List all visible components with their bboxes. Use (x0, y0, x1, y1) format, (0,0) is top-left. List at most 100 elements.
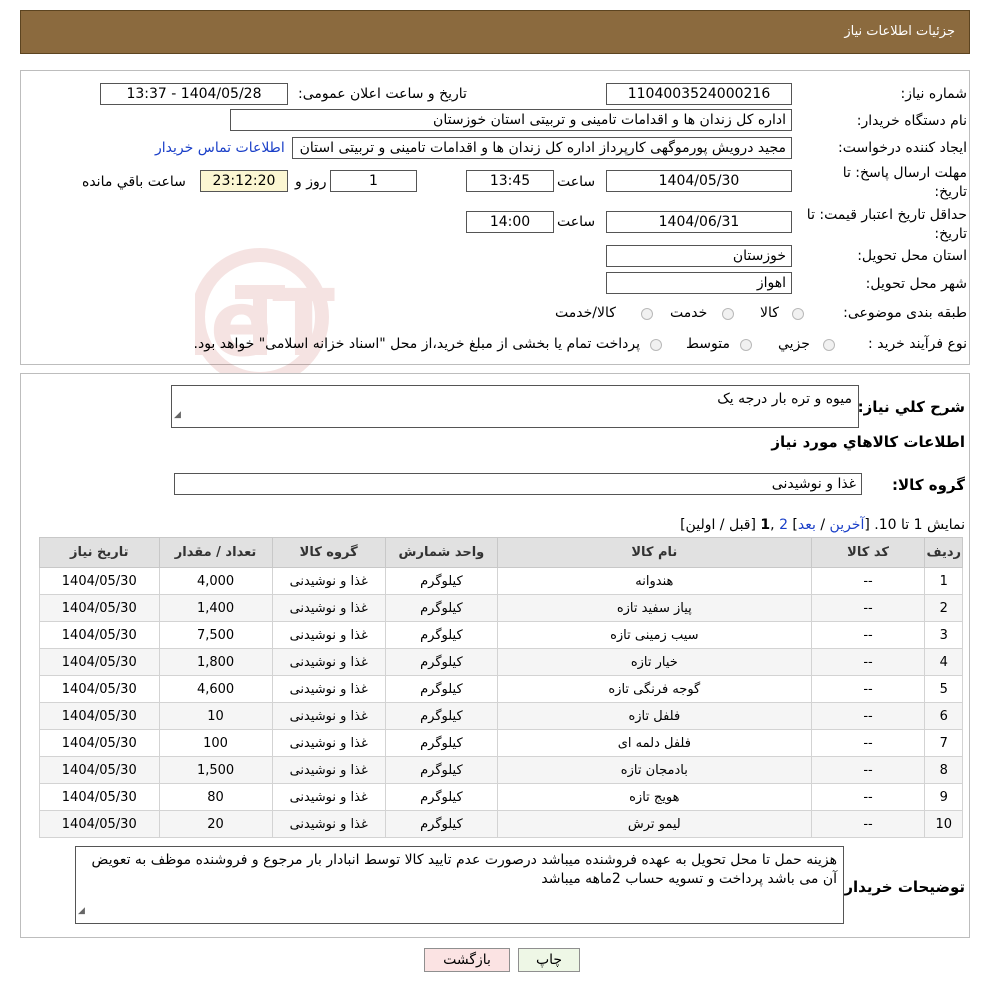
validity-label: حداقل تاریخ اعتبار قیمت: تا تاریخ: (806, 207, 967, 242)
pagination-sep: / (815, 517, 830, 533)
process-minor-radio[interactable] (823, 339, 835, 351)
cell-quantity: 20 (158, 810, 273, 838)
cell-group: غذا و نوشیدنی (271, 756, 386, 784)
buyer-notes-field: هزینه حمل تا محل تحویل به عهده فروشنده م… (75, 846, 844, 924)
deadline-date-field: 1404/05/30 (606, 170, 792, 192)
cell-name: لیمو ترش (497, 810, 812, 838)
cell-date: 1404/05/30 (39, 756, 160, 784)
cell-code: -- (810, 594, 926, 622)
print-button[interactable]: چاپ (518, 948, 580, 972)
cell-group: غذا و نوشیدنی (271, 594, 386, 622)
cell-name: پیاز سفید تازه (497, 594, 812, 622)
process-medium-radio[interactable] (740, 339, 752, 351)
cell-name: فلفل دلمه ای (497, 729, 812, 757)
cell-unit: کیلوگرم (384, 756, 499, 784)
col-header-name[interactable]: نام کالا (497, 537, 812, 568)
category-label: طبقه بندی موضوعی: (843, 305, 967, 321)
table-row[interactable]: 2 -- پیاز سفید تازه کیلوگرم غذا و نوشیدنی 1,4… (39, 594, 963, 622)
resize-grip-icon[interactable]: ◢ (174, 406, 181, 425)
cell-group: غذا و نوشیدنی (271, 810, 386, 838)
cell-date: 1404/05/30 (39, 648, 160, 676)
cell-date: 1404/05/30 (39, 621, 160, 649)
category-service-label: خدمت (670, 305, 708, 321)
cell-date: 1404/05/30 (39, 702, 160, 730)
cell-name: سیب زمینی تازه (497, 621, 812, 649)
payment-note-checkbox[interactable] (650, 339, 662, 351)
pagination-suffix: [قبل / اولین] (680, 517, 761, 533)
cell-quantity: 80 (158, 783, 273, 811)
buyer-contact-link[interactable]: اطلاعات تماس خریدار (155, 140, 285, 156)
announce-label: تاریخ و ساعت اعلان عمومی: (298, 86, 467, 102)
table-row[interactable]: 1 -- هندوانه کیلوگرم غذا و نوشیدنی 4,000 1404/… (39, 567, 963, 595)
category-goods-service-radio[interactable] (641, 308, 653, 320)
cell-name: هویج تازه (497, 783, 812, 811)
cell-unit: کیلوگرم (384, 810, 499, 838)
buyer-org-field: اداره کل زندان ها و اقدامات تامینی و ترب… (230, 109, 792, 131)
requester-label: ایجاد کننده درخواست: (838, 140, 967, 156)
cell-row-number: 8 (924, 756, 963, 784)
cell-row-number: 9 (924, 783, 963, 811)
cell-unit: کیلوگرم (384, 594, 499, 622)
cell-name: گوجه فرنگی تازه (497, 675, 812, 703)
col-header-unit[interactable]: واحد شمارش (384, 537, 499, 568)
cell-row-number: 1 (924, 567, 963, 595)
table-row[interactable]: 6 -- فلفل تازه کیلوگرم غذا و نوشیدنی 10 1404/0… (39, 702, 963, 730)
cell-group: غذا و نوشیدنی (271, 729, 386, 757)
cell-date: 1404/05/30 (39, 567, 160, 595)
buyer-notes-text: هزینه حمل تا محل تحویل به عهده فروشنده م… (91, 852, 837, 887)
table-row[interactable]: 8 -- بادمجان تازه کیلوگرم غذا و نوشیدنی 1,500… (39, 756, 963, 784)
col-header-code[interactable]: کد کالا (810, 537, 926, 568)
cell-row-number: 4 (924, 648, 963, 676)
page-header: جزئیات اطلاعات نیاز (20, 10, 970, 54)
day-and-label: روز و (295, 174, 327, 190)
table-row[interactable]: 3 -- سیب زمینی تازه کیلوگرم غذا و نوشیدنی 7,5… (39, 621, 963, 649)
pagination-next-link[interactable]: بعد (798, 517, 816, 533)
cell-group: غذا و نوشیدنی (271, 648, 386, 676)
city-field: اهواز (606, 272, 792, 294)
cell-row-number: 10 (924, 810, 963, 838)
col-header-group[interactable]: گروه کالا (271, 537, 386, 568)
province-label: استان محل تحویل: (857, 248, 967, 264)
cell-unit: کیلوگرم (384, 675, 499, 703)
cell-unit: کیلوگرم (384, 702, 499, 730)
days-field: 1 (330, 170, 417, 192)
cell-name: هندوانه (497, 567, 812, 595)
cell-unit: کیلوگرم (384, 621, 499, 649)
table-row[interactable]: 4 -- خیار تازه کیلوگرم غذا و نوشیدنی 1,800 140… (39, 648, 963, 676)
category-goods-radio[interactable] (792, 308, 804, 320)
cell-code: -- (810, 621, 926, 649)
city-label: شهر محل تحویل: (865, 276, 967, 292)
validity-hour-label: ساعت (557, 214, 596, 230)
goods-info-title: اطلاعات کالاهاي مورد نیاز (771, 433, 965, 451)
cell-row-number: 7 (924, 729, 963, 757)
back-button[interactable]: بازگشت (424, 948, 510, 972)
remaining-label: ساعت باقي مانده (82, 174, 186, 190)
resize-grip-icon[interactable]: ◢ (78, 902, 85, 921)
announce-field: 1404/05/28 - 13:37 (100, 83, 288, 105)
pagination: نمایش 1 تا 10. [آخرین / بعد] 2 ,1 [قبل /… (680, 517, 965, 533)
summary-field: میوه و تره بار درجه یک ◢ (171, 385, 859, 428)
table-row[interactable]: 10 -- لیمو ترش کیلوگرم غذا و نوشیدنی 20 1404/0… (39, 810, 963, 838)
pagination-page-2-link[interactable]: 2 (779, 517, 788, 533)
table-row[interactable]: 9 -- هویج تازه کیلوگرم غذا و نوشیدنی 80 1404/0… (39, 783, 963, 811)
cell-group: غذا و نوشیدنی (271, 783, 386, 811)
cell-code: -- (810, 567, 926, 595)
cell-code: -- (810, 783, 926, 811)
cell-date: 1404/05/30 (39, 729, 160, 757)
buyer-org-label: نام دستگاه خریدار: (856, 113, 967, 129)
cell-code: -- (810, 675, 926, 703)
page-title: جزئیات اطلاعات نیاز (844, 24, 955, 39)
cell-row-number: 3 (924, 621, 963, 649)
col-header-row-number[interactable]: ردیف (924, 537, 963, 568)
pagination-last-link[interactable]: آخرین (830, 517, 865, 533)
category-service-radio[interactable] (722, 308, 734, 320)
col-header-date[interactable]: تاریخ نیاز (39, 537, 160, 568)
deadline-time-field: 13:45 (466, 170, 554, 192)
cell-unit: کیلوگرم (384, 783, 499, 811)
col-header-quantity[interactable]: تعداد / مقدار (158, 537, 273, 568)
table-row[interactable]: 7 -- فلفل دلمه ای کیلوگرم غذا و نوشیدنی 100 14… (39, 729, 963, 757)
table-row[interactable]: 5 -- گوجه فرنگی تازه کیلوگرم غذا و نوشیدنی 4,… (39, 675, 963, 703)
process-medium-label: متوسط (686, 336, 730, 352)
cell-quantity: 1,400 (158, 594, 273, 622)
cell-group: غذا و نوشیدنی (271, 702, 386, 730)
